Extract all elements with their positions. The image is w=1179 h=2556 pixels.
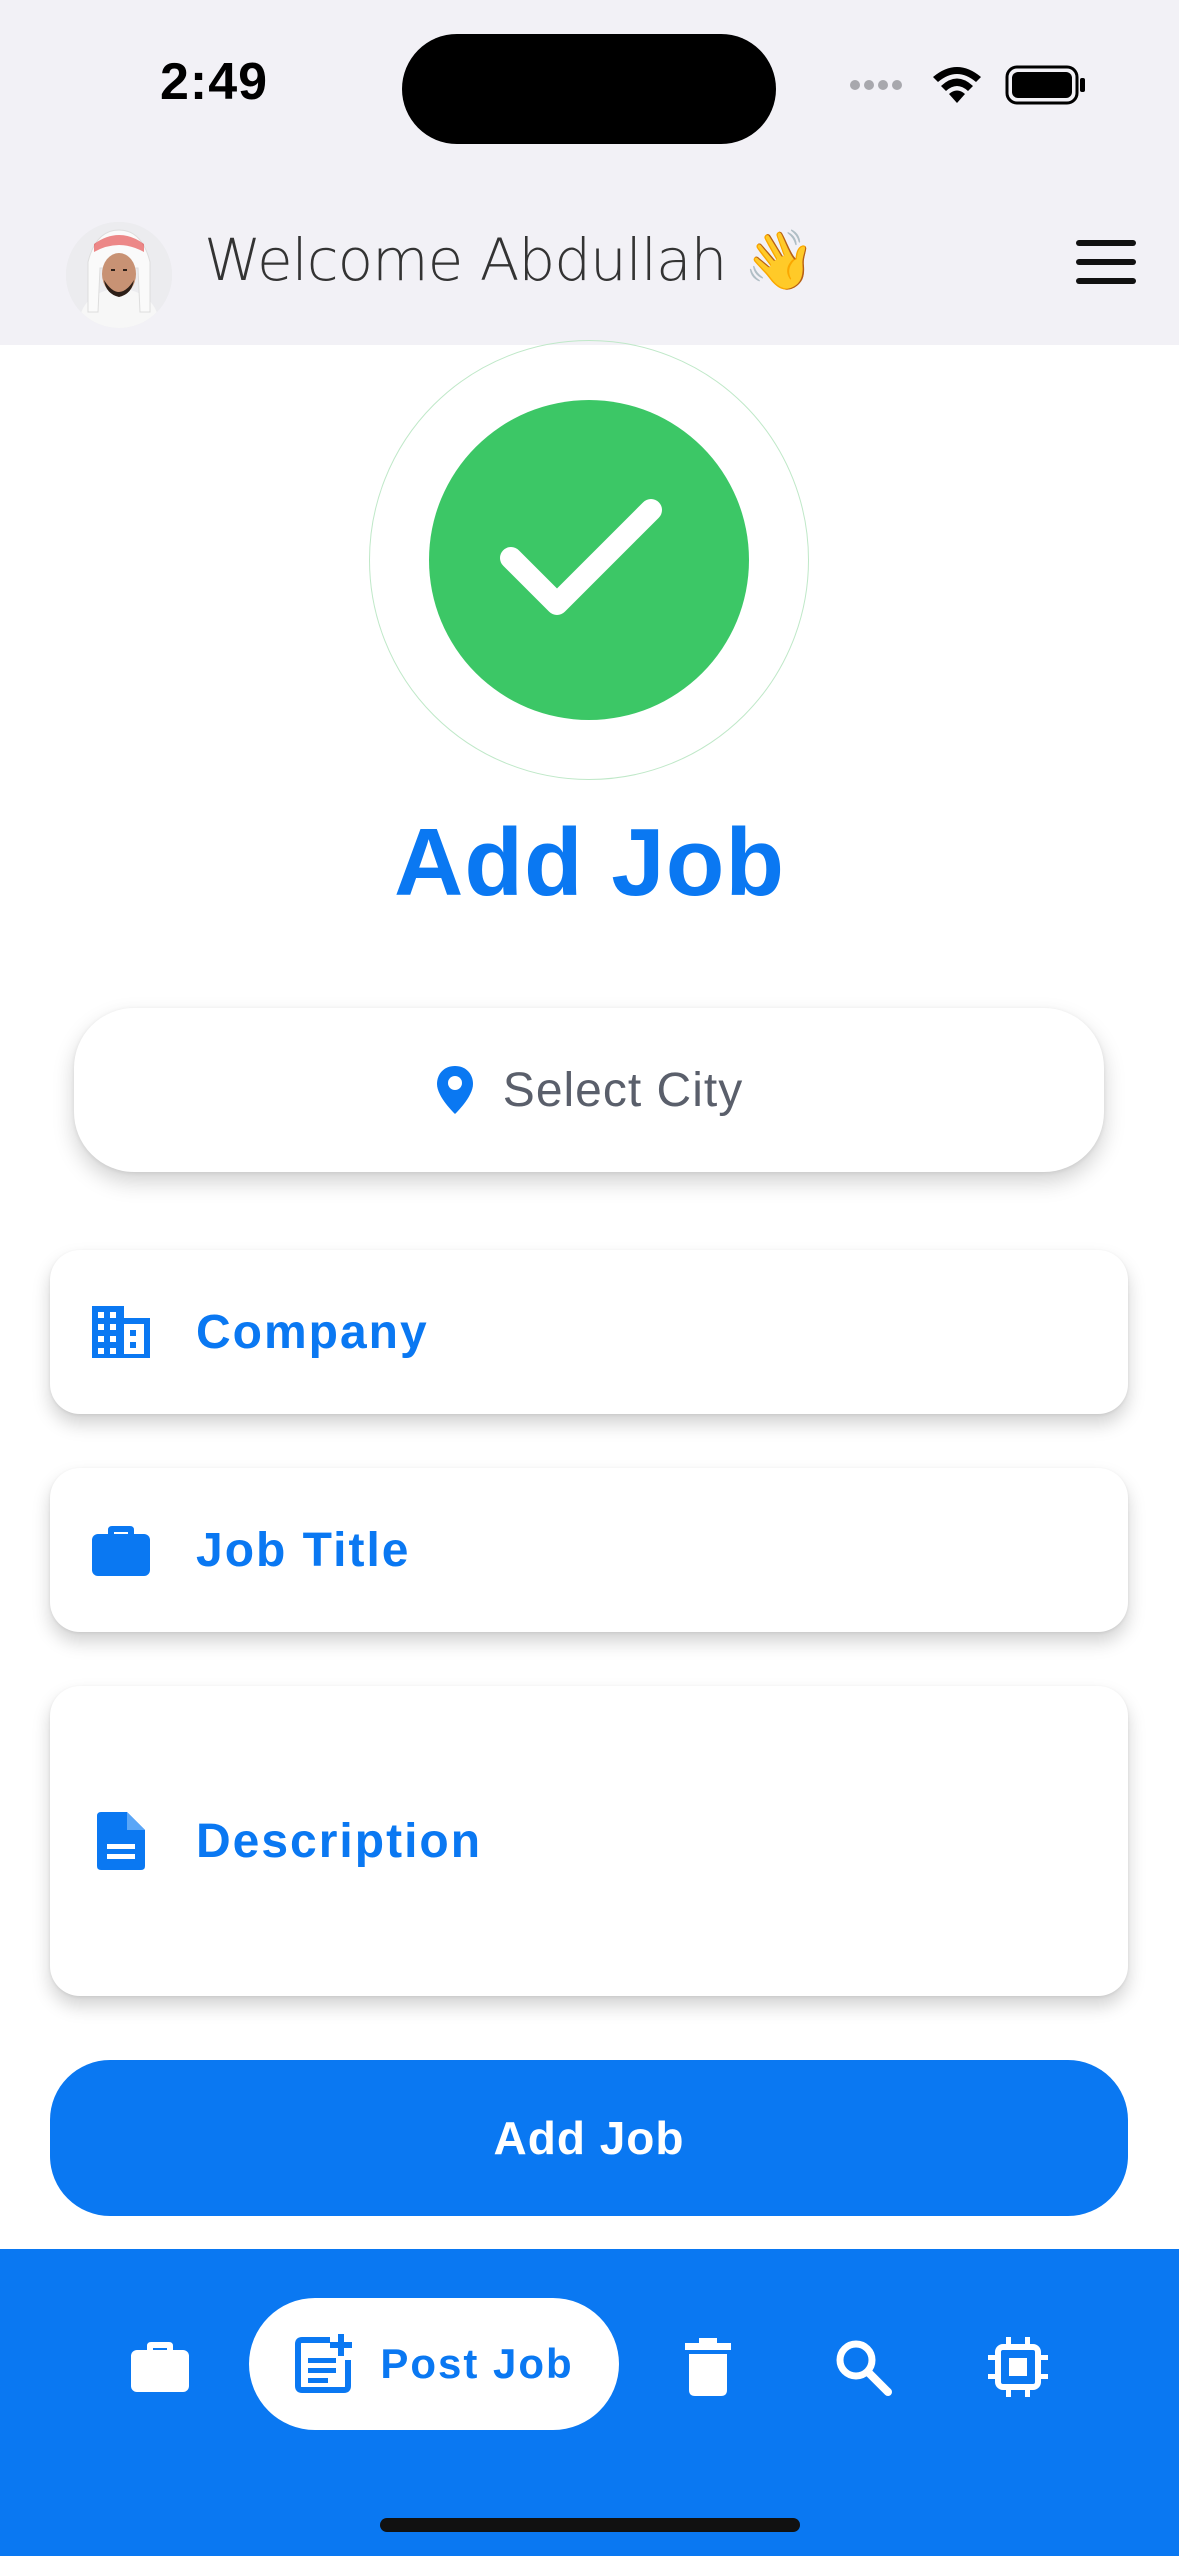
- status-icons: [849, 60, 1087, 110]
- nav-search[interactable]: [823, 2302, 903, 2432]
- nav-delete[interactable]: [668, 2302, 748, 2432]
- document-icon: [88, 1808, 154, 1874]
- avatar[interactable]: [66, 222, 172, 328]
- nav-post-job[interactable]: Post Job: [249, 2298, 619, 2430]
- job-title-label: Job Title: [196, 1523, 411, 1577]
- welcome-text: Welcome Abdullah 👋: [204, 226, 816, 294]
- chip-icon: [988, 2337, 1048, 2397]
- nav-post-job-label: Post Job: [380, 2340, 574, 2387]
- nav-chip[interactable]: [978, 2302, 1058, 2432]
- signal-icon: [850, 80, 902, 90]
- company-field[interactable]: Company: [50, 1250, 1128, 1414]
- wifi-icon: [933, 67, 981, 103]
- home-indicator: [380, 2518, 800, 2532]
- city-select[interactable]: Select City: [74, 1008, 1104, 1172]
- add-job-button[interactable]: Add Job: [50, 2060, 1128, 2216]
- menu-button[interactable]: [1076, 240, 1136, 286]
- briefcase-icon: [88, 1517, 154, 1583]
- battery-icon: [1005, 65, 1085, 105]
- checkmark-icon: [500, 499, 662, 615]
- description-label: Description: [196, 1814, 483, 1868]
- city-select-label: Select City: [502, 1063, 744, 1117]
- dynamic-island: [402, 34, 776, 144]
- post-add-icon: [295, 2334, 353, 2393]
- building-icon: [88, 1299, 154, 1365]
- trash-icon: [685, 2338, 731, 2396]
- avatar-image: [66, 222, 172, 328]
- page-title: Add Job: [394, 809, 785, 916]
- success-badge: [429, 400, 749, 720]
- menu-icon: [1076, 240, 1136, 246]
- status-time: 2:49: [160, 53, 269, 111]
- nav-jobs[interactable]: [120, 2302, 200, 2432]
- briefcase-icon: [131, 2342, 189, 2392]
- search-icon: [836, 2340, 892, 2396]
- job-title-field[interactable]: Job Title: [50, 1468, 1128, 1632]
- company-label: Company: [196, 1305, 429, 1359]
- location-pin-icon: [436, 1066, 473, 1114]
- description-field[interactable]: Description: [50, 1686, 1128, 1996]
